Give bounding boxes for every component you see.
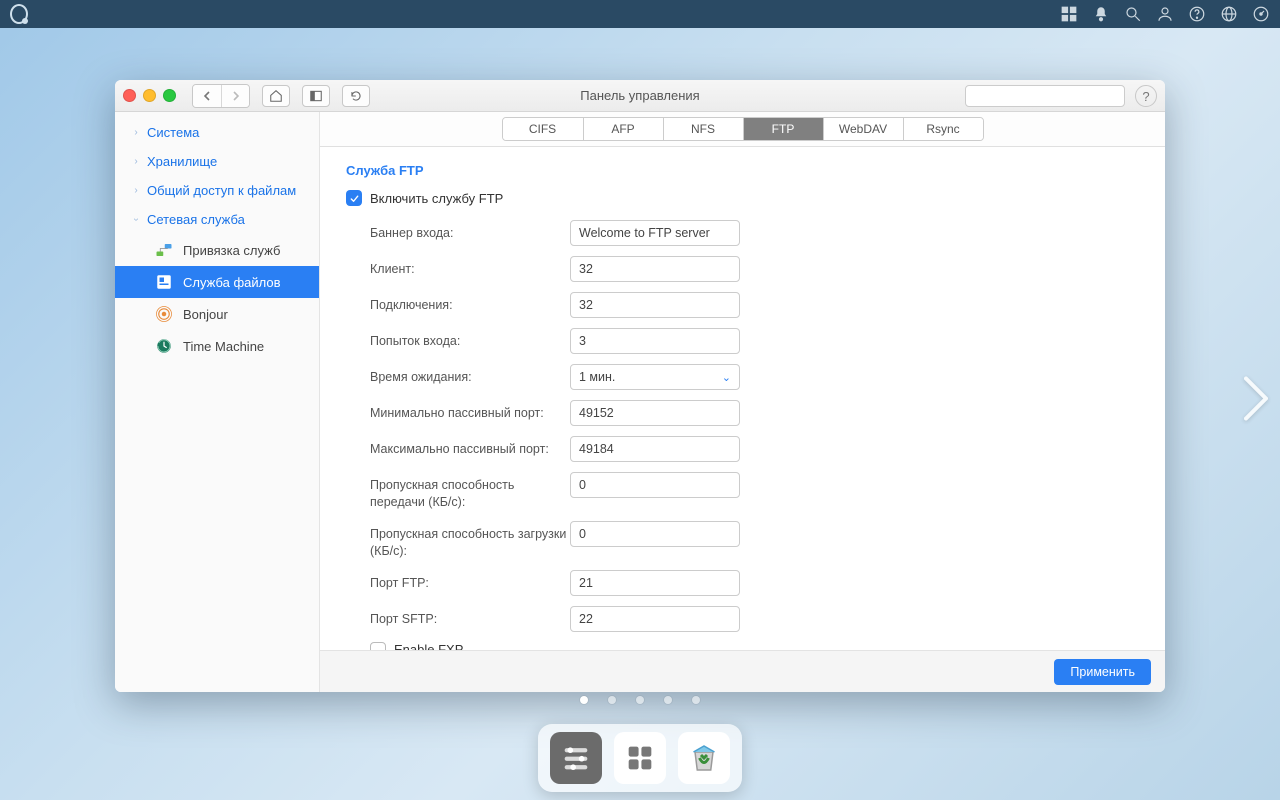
tab-ftp[interactable]: FTP bbox=[743, 118, 823, 140]
tabbar: CIFS AFP NFS FTP WebDAV Rsync bbox=[320, 112, 1165, 147]
sidebar-item-label: Bonjour bbox=[183, 307, 228, 322]
tab-afp[interactable]: AFP bbox=[583, 118, 663, 140]
enable-ftp-label: Включить службу FTP bbox=[370, 191, 503, 206]
client-label: Клиент: bbox=[370, 256, 570, 278]
sidebar-cat-label: Общий доступ к файлам bbox=[147, 183, 296, 198]
timeout-label: Время ожидания: bbox=[370, 364, 570, 386]
page-dot[interactable] bbox=[664, 696, 672, 704]
reload-button[interactable] bbox=[342, 85, 370, 107]
enable-fxp-label: Enable FXP bbox=[394, 642, 463, 650]
sidebar-cat-storage[interactable]: ›Хранилище bbox=[115, 147, 319, 176]
control-panel-window: Панель управления ? ›Система ›Хранилище … bbox=[115, 80, 1165, 692]
attempts-label: Попыток входа: bbox=[370, 328, 570, 350]
sidebar-item-label: Привязка служб bbox=[183, 243, 280, 258]
ftp-port-input[interactable] bbox=[570, 570, 740, 596]
enable-ftp-checkbox[interactable] bbox=[346, 190, 362, 206]
sidebar-item-bonjour[interactable]: Bonjour bbox=[115, 298, 319, 330]
sftp-port-input[interactable] bbox=[570, 606, 740, 632]
notification-bell-icon[interactable] bbox=[1092, 5, 1110, 23]
ftp-settings-pane: Служба FTP Включить службу FTP Баннер вх… bbox=[320, 147, 1165, 650]
section-title: Служба FTP bbox=[346, 163, 1139, 178]
desktop-page-dots[interactable] bbox=[580, 696, 700, 704]
dashboard-icon[interactable] bbox=[1252, 5, 1270, 23]
banner-input[interactable] bbox=[570, 220, 740, 246]
dock-item-apps[interactable] bbox=[614, 732, 666, 784]
globe-icon[interactable] bbox=[1220, 5, 1238, 23]
connections-label: Подключения: bbox=[370, 292, 570, 314]
sidebar-toggle-button[interactable] bbox=[302, 85, 330, 107]
link-icon bbox=[155, 241, 173, 259]
tab-nfs[interactable]: NFS bbox=[663, 118, 743, 140]
sidebar-cat-label: Система bbox=[147, 125, 199, 140]
logo-icon[interactable] bbox=[10, 5, 28, 23]
timeout-select[interactable]: 1 мин. ⌄ bbox=[570, 364, 740, 390]
timeout-value: 1 мин. bbox=[579, 370, 615, 384]
window-titlebar: Панель управления ? bbox=[115, 80, 1165, 112]
dock-item-trash[interactable] bbox=[678, 732, 730, 784]
sidebar: ›Система ›Хранилище ›Общий доступ к файл… bbox=[115, 112, 320, 692]
system-menubar bbox=[0, 0, 1280, 28]
help-icon[interactable] bbox=[1188, 5, 1206, 23]
enable-fxp-row[interactable]: Enable FXP bbox=[346, 642, 1139, 651]
tab-cifs[interactable]: CIFS bbox=[503, 118, 583, 140]
bonjour-icon bbox=[155, 305, 173, 323]
page-dot[interactable] bbox=[608, 696, 616, 704]
footer: Применить bbox=[320, 650, 1165, 692]
sidebar-cat-label: Сетевая служба bbox=[147, 212, 245, 227]
enable-fxp-checkbox[interactable] bbox=[370, 642, 386, 651]
titlebar-search[interactable] bbox=[965, 85, 1125, 107]
ftp-port-label: Порт FTP: bbox=[370, 570, 570, 592]
client-input[interactable] bbox=[570, 256, 740, 282]
apps-grid-icon[interactable] bbox=[1060, 5, 1078, 23]
next-desktop-chevron-icon[interactable] bbox=[1236, 369, 1276, 432]
dock bbox=[538, 724, 742, 792]
window-close-button[interactable] bbox=[123, 89, 136, 102]
nav-forward-button[interactable] bbox=[221, 85, 249, 107]
min-passive-input[interactable] bbox=[570, 400, 740, 426]
sftp-port-label: Порт SFTP: bbox=[370, 606, 570, 628]
sidebar-cat-network[interactable]: ›Сетевая служба bbox=[115, 205, 319, 234]
content-area: CIFS AFP NFS FTP WebDAV Rsync Служба FTP… bbox=[320, 112, 1165, 692]
time-machine-icon bbox=[155, 337, 173, 355]
file-service-icon bbox=[155, 273, 173, 291]
sidebar-item-label: Time Machine bbox=[183, 339, 264, 354]
max-passive-label: Максимально пассивный порт: bbox=[370, 436, 570, 458]
page-dot[interactable] bbox=[580, 696, 588, 704]
sidebar-cat-label: Хранилище bbox=[147, 154, 217, 169]
titlebar-search-input[interactable] bbox=[976, 89, 1131, 103]
tab-webdav[interactable]: WebDAV bbox=[823, 118, 903, 140]
user-icon[interactable] bbox=[1156, 5, 1174, 23]
enable-ftp-row[interactable]: Включить службу FTP bbox=[346, 190, 1139, 206]
min-passive-label: Минимально пассивный порт: bbox=[370, 400, 570, 422]
sidebar-item-time-machine[interactable]: Time Machine bbox=[115, 330, 319, 362]
connections-input[interactable] bbox=[570, 292, 740, 318]
nav-back-button[interactable] bbox=[193, 85, 221, 107]
sidebar-cat-sharing[interactable]: ›Общий доступ к файлам bbox=[115, 176, 319, 205]
sidebar-cat-system[interactable]: ›Система bbox=[115, 118, 319, 147]
banner-label: Баннер входа: bbox=[370, 220, 570, 242]
tab-rsync[interactable]: Rsync bbox=[903, 118, 983, 140]
titlebar-help-button[interactable]: ? bbox=[1135, 85, 1157, 107]
txbw-input[interactable] bbox=[570, 472, 740, 498]
home-button[interactable] bbox=[262, 85, 290, 107]
sidebar-item-label: Служба файлов bbox=[183, 275, 281, 290]
rxbw-input[interactable] bbox=[570, 521, 740, 547]
max-passive-input[interactable] bbox=[570, 436, 740, 462]
page-dot[interactable] bbox=[636, 696, 644, 704]
txbw-label: Пропускная способность передачи (КБ/с): bbox=[370, 472, 570, 511]
page-dot[interactable] bbox=[692, 696, 700, 704]
search-icon[interactable] bbox=[1124, 5, 1142, 23]
chevron-down-icon: ⌄ bbox=[722, 371, 731, 384]
sidebar-item-service-binding[interactable]: Привязка служб bbox=[115, 234, 319, 266]
apply-button[interactable]: Применить bbox=[1054, 659, 1151, 685]
window-zoom-button[interactable] bbox=[163, 89, 176, 102]
window-minimize-button[interactable] bbox=[143, 89, 156, 102]
sidebar-item-file-service[interactable]: Служба файлов bbox=[115, 266, 319, 298]
rxbw-label: Пропускная способность загрузки (КБ/с): bbox=[370, 521, 570, 560]
attempts-input[interactable] bbox=[570, 328, 740, 354]
dock-item-settings[interactable] bbox=[550, 732, 602, 784]
